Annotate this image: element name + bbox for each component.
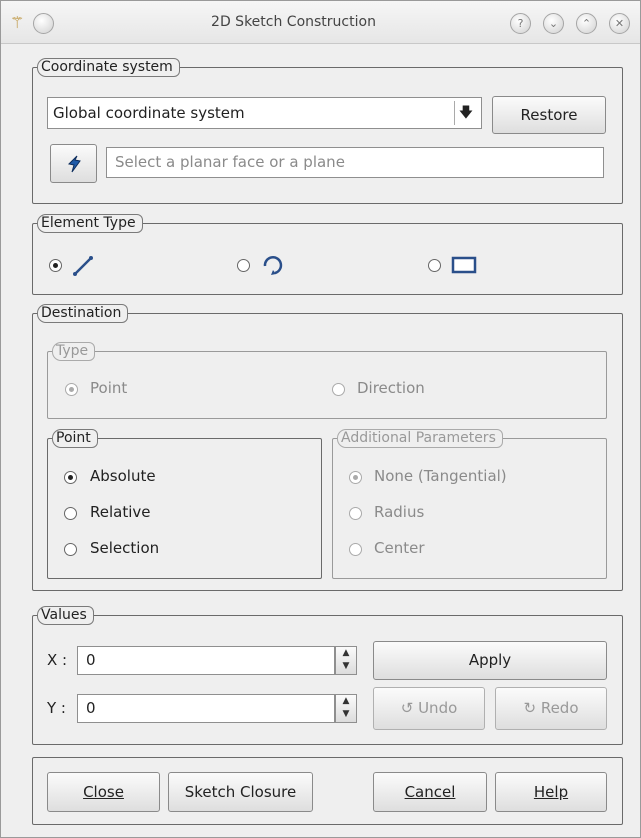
- type-group: Type: [47, 342, 607, 419]
- coordinate-system-group: Coordinate system: [32, 58, 623, 204]
- cancel-button[interactable]: Cancel: [373, 772, 487, 812]
- rectangle-icon: [451, 256, 477, 274]
- additional-radius-radio[interactable]: [349, 507, 362, 520]
- help-title-button[interactable]: ?: [510, 13, 531, 34]
- minimize-button[interactable]: ⌄: [543, 13, 564, 34]
- sketch-closure-button[interactable]: Sketch Closure: [168, 772, 313, 812]
- element-type-legend: Element Type: [37, 214, 143, 233]
- additional-center-radio[interactable]: [349, 543, 362, 556]
- point-absolute-label: Absolute: [90, 467, 156, 485]
- plane-selection-button[interactable]: [50, 144, 97, 183]
- maximize-button[interactable]: ⌃: [576, 13, 597, 34]
- additional-none-label: None (Tangential): [374, 467, 507, 485]
- x-input[interactable]: 0: [77, 646, 335, 675]
- element-rectangle-radio[interactable]: [428, 259, 441, 272]
- point-relative-radio[interactable]: [64, 507, 77, 520]
- undo-button[interactable]: ↺ Undo: [373, 687, 485, 730]
- plane-input[interactable]: Select a planar face or a plane: [106, 147, 604, 178]
- point-absolute-radio[interactable]: [64, 471, 77, 484]
- coordinate-system-legend: Coordinate system: [37, 58, 180, 77]
- help-button[interactable]: Help: [495, 772, 607, 812]
- cancel-button-label: Cancel: [404, 783, 456, 801]
- point-group: Point: [47, 429, 322, 579]
- values-legend: Values: [37, 606, 94, 625]
- type-legend: Type: [52, 342, 96, 361]
- undo-icon: ↺: [400, 699, 414, 717]
- close-button-label: Close: [83, 783, 124, 801]
- spin-up-icon[interactable]: ▲: [336, 695, 356, 708]
- window-title: 2D Sketch Construction: [211, 14, 376, 30]
- arc-icon: [263, 256, 283, 275]
- redo-button[interactable]: ↻ Redo: [495, 687, 607, 730]
- element-arc-radio[interactable]: [237, 259, 250, 272]
- help-button-label: Help: [533, 783, 569, 801]
- spin-down-icon[interactable]: ▼: [336, 708, 356, 721]
- line-icon: [73, 256, 93, 276]
- additional-radius-label: Radius: [374, 503, 425, 521]
- select-arrow-icon: [67, 155, 81, 172]
- destination-legend: Destination: [37, 304, 129, 323]
- point-selection-radio[interactable]: [64, 543, 77, 556]
- x-spinner[interactable]: ▲ ▼: [335, 646, 357, 675]
- redo-label: Redo: [540, 699, 579, 717]
- type-direction-label: Direction: [357, 379, 425, 397]
- dropdown-arrow-icon[interactable]: 🡇: [454, 101, 477, 125]
- point-selection-label: Selection: [90, 539, 160, 557]
- undo-label: Undo: [418, 699, 458, 717]
- type-point-label: Point: [90, 379, 128, 397]
- type-point-radio[interactable]: [65, 383, 78, 396]
- y-input[interactable]: 0: [77, 694, 335, 723]
- close-button[interactable]: Close: [47, 772, 160, 812]
- y-spinner[interactable]: ▲ ▼: [335, 694, 357, 723]
- additional-parameters-legend: Additional Parameters: [337, 429, 503, 448]
- apply-button[interactable]: Apply: [373, 641, 607, 680]
- title-bar: ⚚ 2D Sketch Construction ? ⌄ ⌃ ✕: [1, 1, 640, 44]
- point-legend: Point: [52, 429, 98, 448]
- sketch-dialog: ⚚ 2D Sketch Construction ? ⌄ ⌃ ✕ Coordin…: [0, 0, 641, 838]
- additional-center-label: Center: [374, 539, 425, 557]
- x-label: X :: [47, 651, 68, 669]
- element-line-radio[interactable]: [49, 259, 62, 272]
- element-type-group: Element Type: [32, 214, 623, 295]
- coordinate-system-value: Global coordinate system: [53, 104, 245, 122]
- close-title-button[interactable]: ✕: [609, 13, 630, 34]
- redo-icon: ↻: [523, 699, 537, 717]
- y-label: Y :: [47, 699, 66, 717]
- spin-up-icon[interactable]: ▲: [336, 647, 356, 660]
- spin-down-icon[interactable]: ▼: [336, 660, 356, 673]
- type-direction-radio[interactable]: [332, 383, 345, 396]
- restore-button[interactable]: Restore: [492, 96, 606, 134]
- coordinate-system-select[interactable]: Global coordinate system 🡇: [47, 97, 482, 129]
- point-relative-label: Relative: [90, 503, 151, 521]
- additional-none-radio[interactable]: [349, 471, 362, 484]
